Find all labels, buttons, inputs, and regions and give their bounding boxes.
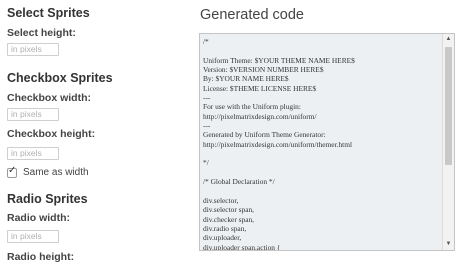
checkbox-width-input[interactable] (7, 108, 59, 121)
radio-width-label: Radio width: (7, 212, 70, 224)
checkbox-height-input[interactable] (7, 147, 59, 160)
checkbox-height-label: Checkbox height: (7, 128, 96, 140)
radio-height-label: Radio height: (7, 251, 75, 263)
select-height-label: Select height: (7, 27, 76, 39)
code-scrollbar[interactable]: ▲ ▼ (442, 34, 454, 250)
generated-code-textarea[interactable]: /* Uniform Theme: $YOUR THEME NAME HERE$… (199, 33, 455, 251)
same-as-width-checkbox[interactable]: ✓ (7, 164, 17, 178)
select-sprites-heading: Select Sprites (7, 6, 90, 20)
select-height-input[interactable] (7, 43, 59, 56)
checkbox-width-label: Checkbox width: (7, 92, 92, 104)
generated-code-heading: Generated code (200, 7, 304, 23)
radio-width-input[interactable] (7, 230, 59, 243)
scroll-up-arrow-icon[interactable]: ▲ (444, 35, 453, 44)
checkbox-sprites-heading: Checkbox Sprites (7, 71, 113, 85)
scroll-down-arrow-icon[interactable]: ▼ (444, 240, 453, 249)
same-as-width-label: Same as width (23, 167, 89, 178)
same-as-width-row[interactable]: ✓ Same as width (7, 164, 89, 178)
radio-sprites-heading: Radio Sprites (7, 192, 88, 206)
checkmark-icon: ✓ (8, 164, 17, 176)
generated-code-text[interactable]: /* Uniform Theme: $YOUR THEME NAME HERE$… (203, 37, 355, 250)
scroll-thumb[interactable] (445, 47, 452, 165)
